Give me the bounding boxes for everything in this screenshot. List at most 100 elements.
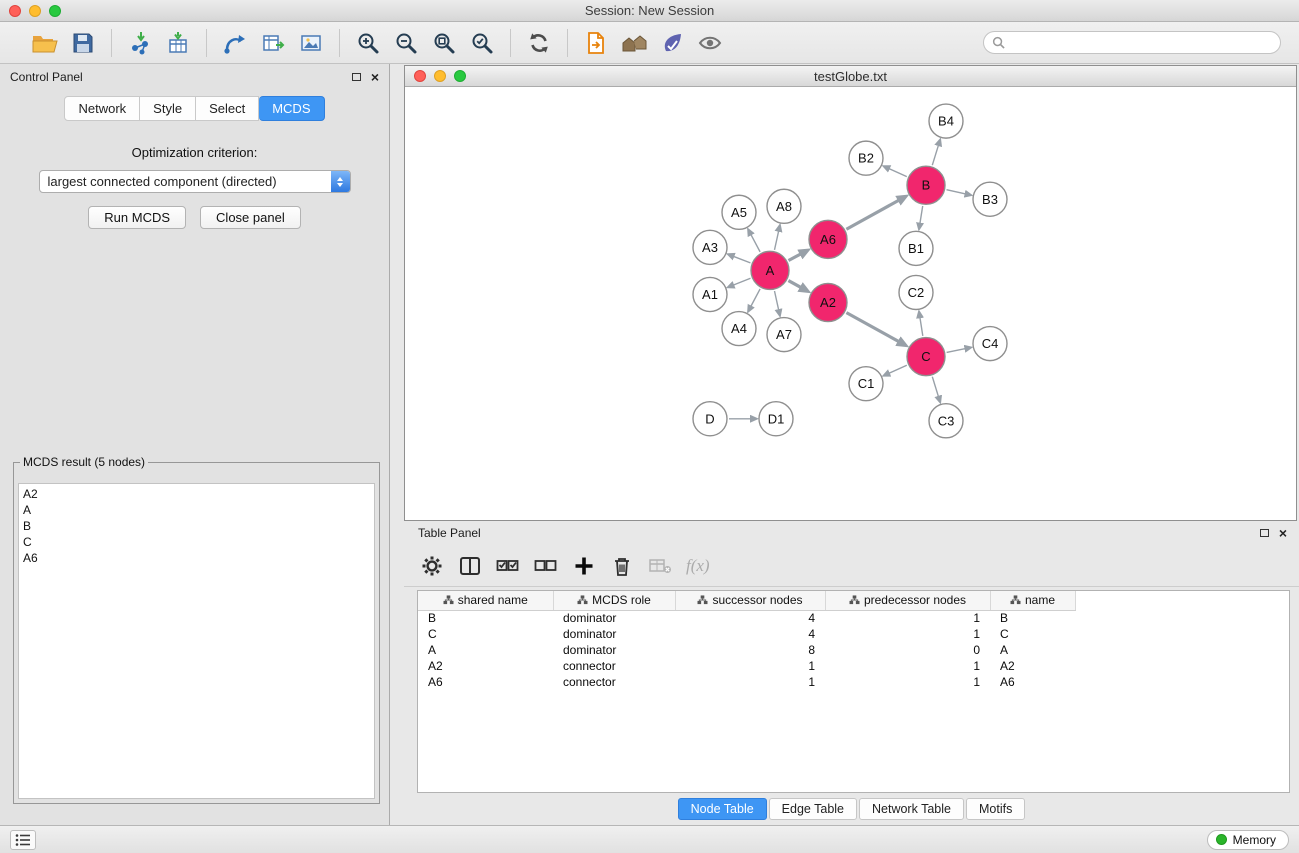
add-column-button[interactable]	[568, 550, 599, 582]
tab-edge-table[interactable]: Edge Table	[769, 798, 857, 820]
graph-edge-A6-B[interactable]	[846, 200, 898, 229]
network-window-titlebar[interactable]: testGlobe.txt	[405, 66, 1296, 87]
result-item[interactable]: C	[23, 534, 370, 550]
table-cell[interactable]: 0	[825, 642, 990, 658]
column-header-successor-nodes[interactable]: successor nodes	[675, 591, 825, 610]
graph-node-C2[interactable]: C2	[899, 275, 933, 309]
table-cell[interactable]: B	[418, 610, 553, 626]
search-input[interactable]	[1010, 36, 1272, 50]
graph-node-B1[interactable]: B1	[899, 231, 933, 265]
graph-node-A1[interactable]: A1	[693, 277, 727, 311]
graph-node-A5[interactable]: A5	[722, 195, 756, 229]
deselect-all-button[interactable]	[530, 550, 561, 582]
close-panel-icon[interactable]: ×	[371, 70, 379, 84]
graph-node-A3[interactable]: A3	[693, 230, 727, 264]
table-cell[interactable]: 1	[825, 674, 990, 690]
graph-edge-B-B4[interactable]	[932, 145, 938, 165]
table-cell[interactable]: connector	[553, 674, 675, 690]
close-window-button[interactable]	[9, 5, 21, 17]
graph-node-A4[interactable]: A4	[722, 312, 756, 346]
result-item[interactable]: B	[23, 518, 370, 534]
apply-style-button[interactable]	[653, 25, 691, 61]
select-all-button[interactable]	[492, 550, 523, 582]
result-item[interactable]: A2	[23, 486, 370, 502]
table-cell[interactable]: A	[990, 642, 1075, 658]
graph-edge-C-C2[interactable]	[920, 317, 923, 336]
table-cell[interactable]: dominator	[553, 626, 675, 642]
import-network-button[interactable]	[121, 25, 159, 61]
graph-edge-A-A1[interactable]	[733, 278, 750, 285]
export-table-button[interactable]	[254, 25, 292, 61]
delete-column-button[interactable]	[606, 550, 637, 582]
graph-edge-A-A8[interactable]	[775, 231, 779, 250]
graph-node-D1[interactable]: D1	[759, 402, 793, 436]
minimize-window-button[interactable]	[29, 5, 41, 17]
table-row[interactable]: A2connector11A2	[418, 658, 1075, 674]
network-minimize-button[interactable]	[434, 70, 446, 82]
table-cell[interactable]: dominator	[553, 610, 675, 626]
graph-node-C4[interactable]: C4	[973, 327, 1007, 361]
tab-network[interactable]: Network	[64, 96, 140, 121]
zoom-window-button[interactable]	[49, 5, 61, 17]
float-panel-icon[interactable]	[352, 73, 361, 81]
column-header-shared-name[interactable]: shared name	[418, 591, 553, 610]
graph-edge-A-A3[interactable]	[733, 256, 750, 263]
table-cell[interactable]: 1	[825, 610, 990, 626]
close-table-panel-icon[interactable]: ×	[1279, 526, 1287, 540]
table-cell[interactable]: 1	[825, 658, 990, 674]
show-columns-button[interactable]	[454, 550, 485, 582]
graph-node-D[interactable]: D	[693, 402, 727, 436]
show-panels-button[interactable]	[10, 830, 36, 850]
table-cell[interactable]: A2	[418, 658, 553, 674]
graph-node-B4[interactable]: B4	[929, 104, 963, 138]
import-table-button[interactable]	[159, 25, 197, 61]
graph-node-C[interactable]: C	[907, 338, 945, 376]
table-cell[interactable]: 4	[675, 626, 825, 642]
table-cell[interactable]: A2	[990, 658, 1075, 674]
zoom-out-button[interactable]	[387, 25, 425, 61]
search-field[interactable]	[983, 31, 1281, 54]
table-settings-button[interactable]	[416, 550, 447, 582]
close-panel-button[interactable]: Close panel	[200, 206, 301, 229]
table-cell[interactable]: 1	[675, 674, 825, 690]
table-cell[interactable]: 4	[675, 610, 825, 626]
tab-motifs[interactable]: Motifs	[966, 798, 1025, 820]
graph-edge-A2-C[interactable]	[846, 313, 898, 342]
graph-edge-B-B2[interactable]	[889, 168, 907, 176]
table-cell[interactable]: dominator	[553, 642, 675, 658]
zoom-selected-button[interactable]	[463, 25, 501, 61]
column-header-name[interactable]: name	[990, 591, 1075, 610]
optimization-criterion-dropdown[interactable]: largest connected component (directed)	[39, 170, 351, 193]
network-close-button[interactable]	[414, 70, 426, 82]
refresh-button[interactable]	[520, 25, 558, 61]
graph-edge-A-A4[interactable]	[751, 289, 760, 307]
zoom-fit-button[interactable]	[425, 25, 463, 61]
graph-edge-A-A5[interactable]	[751, 234, 760, 252]
open-session-button[interactable]	[26, 25, 64, 61]
table-row[interactable]: Bdominator41B	[418, 610, 1075, 626]
network-zoom-button[interactable]	[454, 70, 466, 82]
open-session-file-button[interactable]	[577, 25, 615, 61]
graph-edge-C-C4[interactable]	[947, 349, 966, 353]
graph-node-C1[interactable]: C1	[849, 367, 883, 401]
graph-edge-A-A6[interactable]	[789, 254, 801, 261]
memory-button[interactable]: Memory	[1207, 830, 1289, 850]
table-cell[interactable]: A	[418, 642, 553, 658]
graph-node-A2[interactable]: A2	[809, 283, 847, 321]
graph-node-A7[interactable]: A7	[767, 318, 801, 352]
table-cell[interactable]: A6	[418, 674, 553, 690]
graph-edge-A-A7[interactable]	[775, 291, 779, 310]
show-hide-button[interactable]	[691, 25, 729, 61]
graph-edge-C-C1[interactable]	[889, 365, 907, 373]
column-header-mcds-role[interactable]: MCDS role	[553, 591, 675, 610]
save-session-button[interactable]	[64, 25, 102, 61]
table-cell[interactable]: 1	[825, 626, 990, 642]
float-table-panel-icon[interactable]	[1260, 529, 1269, 537]
run-mcds-button[interactable]: Run MCDS	[88, 206, 186, 229]
tab-node-table[interactable]: Node Table	[678, 798, 767, 820]
graph-node-A6[interactable]: A6	[809, 220, 847, 258]
table-row[interactable]: Cdominator41C	[418, 626, 1075, 642]
export-image-button[interactable]	[292, 25, 330, 61]
tab-network-table[interactable]: Network Table	[859, 798, 964, 820]
table-cell[interactable]: C	[418, 626, 553, 642]
